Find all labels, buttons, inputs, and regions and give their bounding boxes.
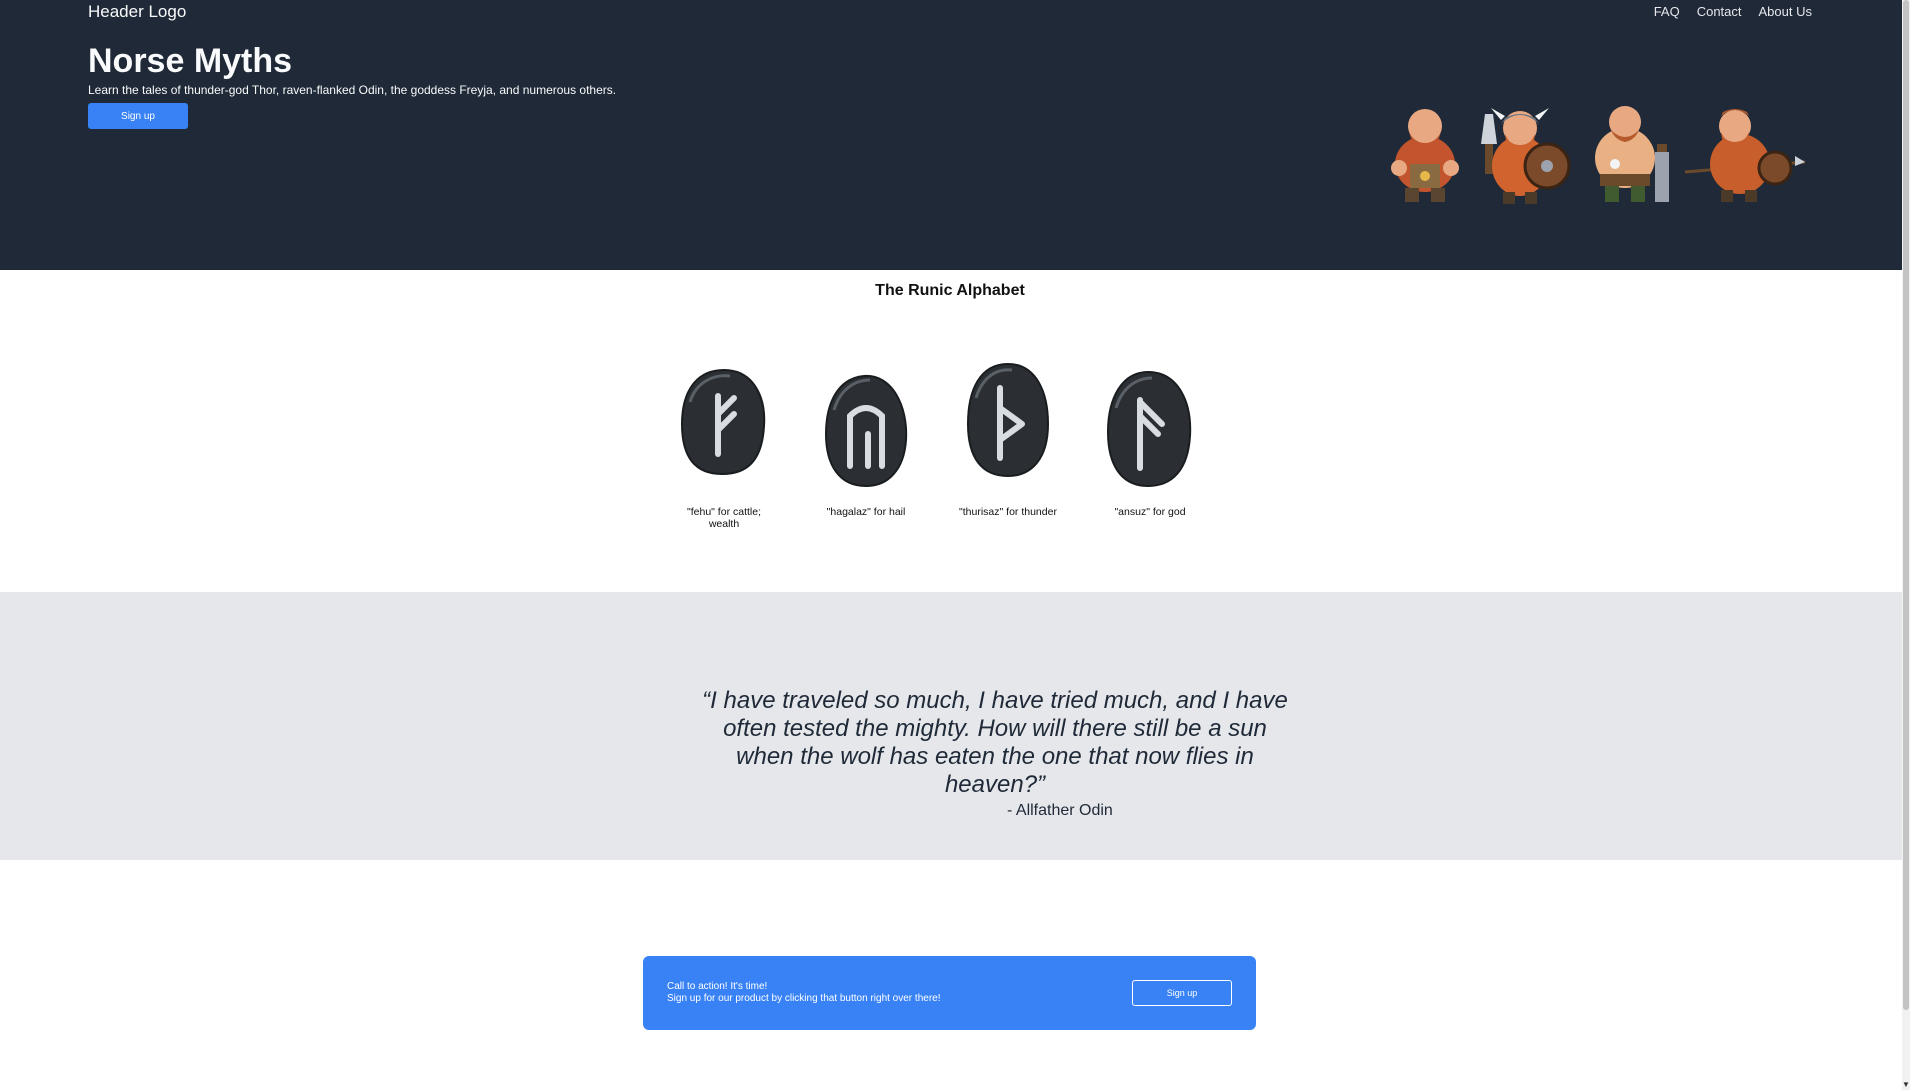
rune-stone-ansuz-icon	[1106, 370, 1192, 488]
rune-stone-thurisaz-icon	[966, 362, 1050, 478]
hero-subtitle: Learn the tales of thunder-god Thor, rav…	[88, 83, 617, 97]
header-logo[interactable]: Header Logo	[88, 2, 186, 22]
hero-signup-button[interactable]: Sign up	[88, 103, 188, 129]
rune-stone-fehu-icon	[680, 368, 766, 476]
scroll-down-arrow-icon[interactable]: ▼	[1902, 1080, 1910, 1090]
viking-4-figure	[1684, 109, 1805, 202]
viking-3-figure	[1595, 106, 1669, 202]
rune-card-hagalaz: "hagalaz" for hail	[802, 362, 930, 530]
rune-caption: "ansuz" for god	[1114, 506, 1186, 518]
viking-2-figure	[1481, 108, 1571, 204]
hero-section: Header Logo FAQ Contact About Us Norse M…	[0, 0, 1902, 270]
rune-card-ansuz: "ansuz" for god	[1086, 362, 1214, 530]
nav-link-about-us[interactable]: About Us	[1759, 4, 1812, 19]
nav-link-faq[interactable]: FAQ	[1654, 4, 1680, 19]
top-nav: FAQ Contact About Us	[1654, 4, 1812, 19]
cta-text: Sign up for our product by clicking that…	[667, 993, 941, 1004]
rune-caption: "thurisaz" for thunder	[959, 506, 1057, 518]
quote-section: “I have traveled so much, I have tried m…	[0, 592, 1902, 860]
vikings-illustration	[1391, 106, 1805, 204]
rune-stone-hagalaz-icon	[824, 374, 908, 488]
page-scrollbar[interactable]: ▼	[1902, 0, 1910, 1090]
hero-title: Norse Myths	[88, 42, 293, 80]
rune-card-thurisaz: "thurisaz" for thunder	[944, 362, 1072, 530]
cta-title: Call to action! It's time!	[667, 981, 768, 992]
call-to-action-box: Call to action! It's time! Sign up for o…	[643, 956, 1256, 1030]
rune-card-fehu: "fehu" for cattle; wealth	[660, 362, 788, 530]
scrollbar-thumb[interactable]	[1903, 0, 1909, 1010]
rune-caption: "fehu" for cattle; wealth	[687, 506, 761, 530]
quote-author: - Allfather Odin	[1007, 802, 1113, 819]
runes-section-title: The Runic Alphabet	[875, 282, 1025, 299]
quote-text: “I have traveled so much, I have tried m…	[702, 687, 1288, 798]
runes-list: "fehu" for cattle; wealth "hagalaz" for …	[660, 362, 1214, 530]
rune-caption: "hagalaz" for hail	[826, 506, 906, 518]
viking-1-figure	[1391, 109, 1459, 202]
nav-link-contact[interactable]: Contact	[1697, 4, 1742, 19]
cta-signup-button[interactable]: Sign up	[1132, 980, 1232, 1006]
